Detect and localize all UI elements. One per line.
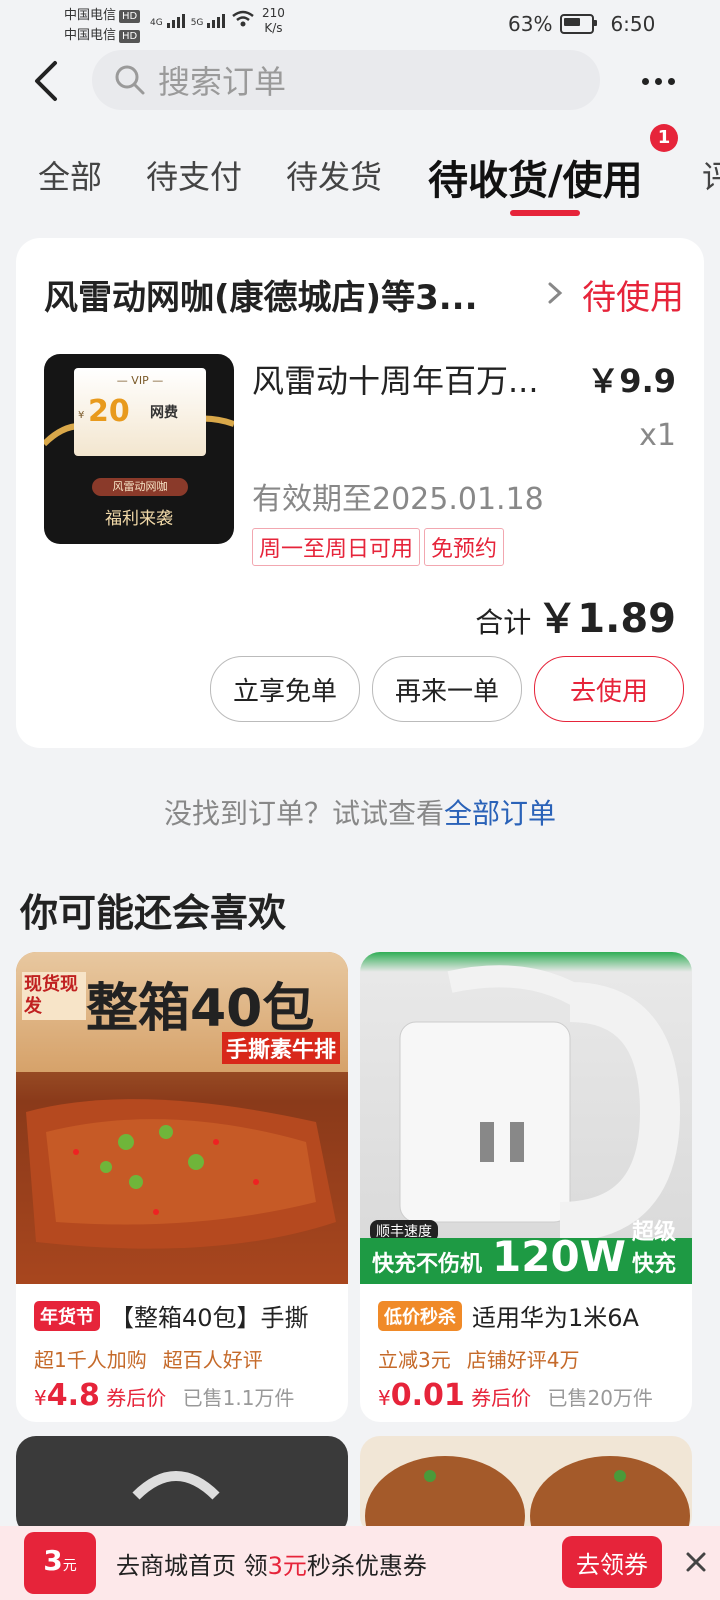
total-label: 合计: [475, 606, 532, 639]
expiry-date: 有效期至2025.01.18: [252, 482, 544, 517]
image-subline: 手撕素牛排: [222, 1032, 341, 1064]
order-tabs: 全部 待支付 待发货 待收货/使用 评 1: [0, 124, 720, 220]
dot-icon: [654, 77, 662, 85]
product-badge: 低价秒杀: [378, 1300, 462, 1331]
shop-name: 风雷动网咖(康德城店)等3...: [44, 278, 478, 318]
carrier-name-2: 中国电信: [64, 28, 117, 43]
battery-percent: 63%: [508, 12, 553, 36]
product-image-partial: [132, 1471, 220, 1500]
coupon-chip: 3元: [24, 1532, 96, 1594]
food-illustration: [26, 1099, 336, 1249]
close-icon: [686, 1552, 706, 1572]
hd-badge: HD: [119, 10, 141, 23]
product-card[interactable]: [360, 1436, 692, 1536]
product-thumbnail[interactable]: — VIP — ¥ 20 网费 风雷动网咖 福利来袭: [44, 354, 234, 544]
product-title: 适用华为1米6A: [472, 1304, 639, 1332]
tab-badge: 1: [650, 124, 678, 152]
back-button[interactable]: [24, 56, 68, 106]
image-corner-label: 现货现发: [22, 972, 86, 1020]
product-image[interactable]: 现货现发 整箱40包 手撕素牛排: [16, 952, 348, 1284]
tag-weekdays: 周一至周日可用: [252, 528, 421, 566]
signal-icon: 4G: [150, 14, 185, 28]
brand-tag: 风雷动网咖: [92, 478, 188, 496]
active-tab-indicator: [510, 210, 580, 216]
sold-count: 已售20万件: [547, 1386, 653, 1410]
image-headline: 整箱40包: [86, 979, 315, 1039]
clock: 6:50: [610, 12, 656, 36]
image-right-text-1: 超级: [632, 1220, 677, 1245]
coupon-text: 去商城首页 领3元秒杀优惠券: [116, 1552, 427, 1580]
all-orders-link[interactable]: 全部订单: [444, 797, 556, 830]
product-title-row: 年货节 【整箱40包】手撕: [34, 1298, 338, 1333]
tag-no-reservation: 免预约: [424, 528, 505, 566]
more-menu-button[interactable]: [626, 56, 690, 106]
tab-pending-shipment[interactable]: 待发货: [286, 152, 382, 198]
tab-pending-payment[interactable]: 待支付: [146, 152, 242, 198]
dot-icon: [641, 77, 649, 85]
carrier-name-1: 中国电信: [64, 8, 117, 23]
status-bar: 中国电信 HD 中国电信 HD 4G 5G 210 K/s 63% 6:50: [0, 0, 720, 48]
product-card[interactable]: 现货现发 整箱40包 手撕素牛排 年货节 【整箱40包】手撕 超1千人加购 超百人…: [16, 952, 348, 1422]
order-actions: 立享免单 再来一单 去使用: [210, 656, 684, 722]
search-icon: [115, 65, 145, 95]
voucher-card: — VIP — ¥ 20 网费: [74, 368, 206, 456]
signal-icons: 4G 5G: [150, 10, 255, 28]
product-price: ¥0.01 券后价 已售20万件: [378, 1378, 653, 1413]
use-button[interactable]: 去使用: [534, 656, 684, 722]
product-badge: 年货节: [34, 1300, 100, 1331]
product-title[interactable]: 风雷动十周年百万...: [252, 356, 539, 402]
product-card[interactable]: [16, 1436, 348, 1536]
order-total: 合计 ￥1.89: [475, 586, 676, 644]
claim-coupon-button[interactable]: 去领券: [562, 1536, 662, 1588]
image-left-text: 快充不伤机: [372, 1252, 483, 1277]
dot-icon: [667, 77, 675, 85]
search-input[interactable]: 搜索订单: [92, 50, 600, 110]
tab-pending-receipt[interactable]: 待收货/使用: [428, 148, 643, 206]
coupon-bar: 3元 去商城首页 领3元秒杀优惠券 去领券: [0, 1526, 720, 1600]
product-title: 【整箱40包】手撕: [110, 1304, 309, 1332]
product-title-row: 低价秒杀 适用华为1米6A: [378, 1298, 682, 1333]
reorder-button[interactable]: 再来一单: [372, 656, 522, 722]
product-image[interactable]: 顺丰速度 快充不伤机 120W 超级 快充: [360, 952, 692, 1284]
chevron-right-icon: [548, 282, 563, 304]
header: 搜索订单: [0, 50, 720, 114]
close-button[interactable]: [676, 1542, 716, 1582]
promo-text: 福利来袭: [105, 509, 173, 529]
image-right-text-2: 快充: [632, 1252, 677, 1277]
product-price: ¥4.8 券后价 已售1.1万件: [34, 1378, 295, 1413]
recommend-title: 你可能还会喜欢: [20, 891, 287, 935]
back-arrow-icon: [35, 61, 57, 101]
product-highlights: 超1千人加购 超百人好评: [34, 1348, 263, 1372]
battery-icon: [560, 14, 598, 34]
order-status: 待使用: [582, 278, 684, 318]
charger-illustration: [399, 965, 681, 1242]
search-placeholder: 搜索订单: [158, 63, 287, 101]
wifi-icon: [232, 10, 255, 27]
total-value: ￥1.89: [537, 596, 676, 642]
image-big-text: 120W: [492, 1232, 626, 1281]
order-card[interactable]: 风雷动网咖(康德城店)等3... 待使用 — VIP — ¥ 20 网费 风雷动…: [16, 238, 704, 748]
product-card[interactable]: 顺丰速度 快充不伤机 120W 超级 快充 低价秒杀 适用华为1米6A 立减3元…: [360, 952, 692, 1422]
tab-review[interactable]: 评: [702, 152, 720, 198]
network-speed: 210 K/s: [262, 6, 285, 35]
signal-icon: 5G: [191, 14, 226, 28]
no-order-hint: 没找到订单？试试查看全部订单: [0, 792, 720, 832]
sold-count: 已售1.1万件: [182, 1386, 295, 1410]
free-order-button[interactable]: 立享免单: [210, 656, 360, 722]
product-image-partial: [365, 1456, 690, 1536]
hd-badge: HD: [119, 30, 141, 43]
shop-row[interactable]: 风雷动网咖(康德城店)等3... 待使用: [44, 268, 684, 318]
product-price: ￥9.9: [587, 362, 676, 400]
product-tags: 周一至周日可用 免预约: [252, 528, 505, 566]
tab-all[interactable]: 全部: [38, 152, 102, 198]
product-highlights: 立减3元 店铺好评4万: [378, 1348, 580, 1372]
hint-text: 没找到订单？试试查看: [163, 797, 444, 830]
carrier-info: 中国电信 HD 中国电信 HD: [64, 6, 141, 46]
product-quantity: x1: [639, 418, 676, 453]
